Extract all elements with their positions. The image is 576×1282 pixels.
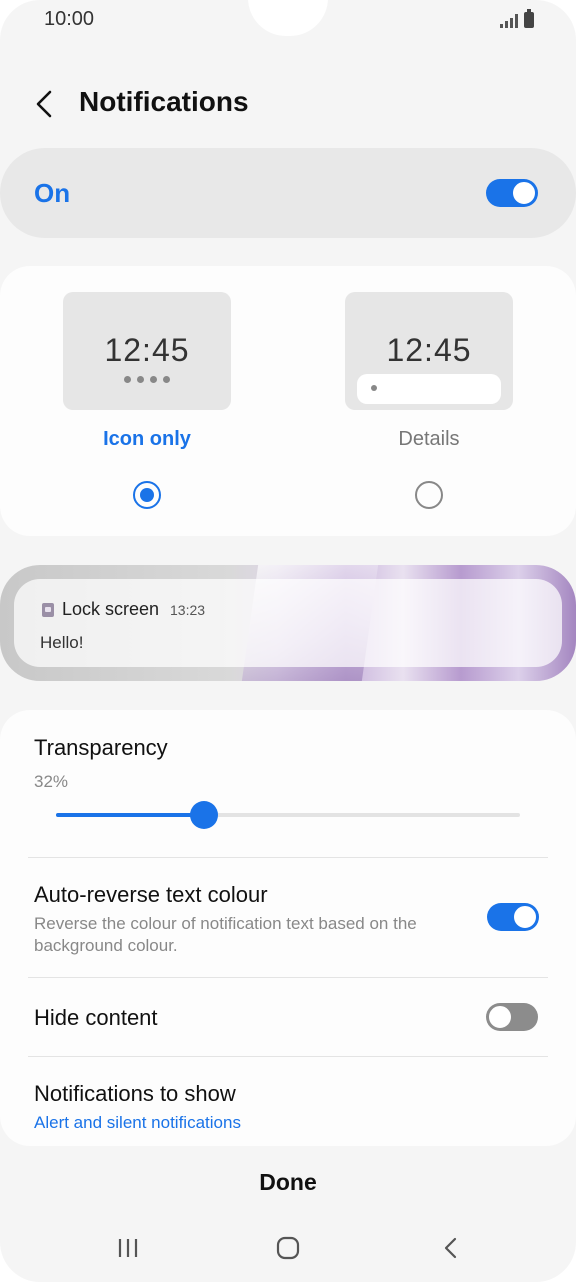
preview-notification-bar — [357, 374, 501, 404]
status-time: 10:00 — [44, 8, 95, 30]
notification-message: Hello! — [40, 633, 84, 652]
lock-icon — [42, 603, 54, 617]
hide-content-title: Hide content — [34, 1005, 158, 1030]
toggle-knob — [487, 1004, 513, 1030]
notification-app-name: Lock screen — [62, 599, 160, 619]
slider-thumb[interactable] — [190, 801, 219, 829]
page-title: Notifications — [79, 86, 249, 117]
notification-time: 13:23 — [170, 602, 206, 618]
preview-clock: 12:45 — [104, 332, 190, 368]
icon-only-label[interactable]: Icon only — [47, 428, 247, 451]
icon-only-preview[interactable]: 12:45 — [63, 292, 231, 410]
master-switch-bar[interactable]: On — [0, 148, 576, 238]
divider — [28, 1056, 548, 1057]
done-button[interactable]: Done — [188, 1160, 388, 1204]
toggle-knob — [511, 180, 537, 206]
home-icon — [276, 1236, 300, 1260]
chevron-left-icon — [36, 90, 52, 118]
back-button[interactable] — [28, 86, 60, 122]
details-label[interactable]: Details — [329, 428, 529, 451]
toggle-knob — [512, 904, 538, 930]
transparency-value: 32% — [34, 772, 69, 791]
back-icon — [444, 1237, 457, 1259]
auto-reverse-toggle[interactable] — [487, 903, 539, 931]
transparency-slider[interactable] — [56, 801, 520, 829]
hide-content-toggle[interactable] — [486, 1003, 538, 1031]
preview-dots — [63, 376, 231, 383]
divider — [28, 977, 548, 978]
notifications-to-show-value[interactable]: Alert and silent notifications — [34, 1112, 241, 1134]
phone-screen: 10:00 Notifications On 12:45 Icon only 1… — [0, 0, 576, 1282]
signal-icon — [500, 12, 518, 28]
recent-apps-icon — [118, 1239, 138, 1257]
camera-notch — [248, 0, 328, 36]
battery-icon — [524, 9, 534, 28]
nav-back-button[interactable] — [430, 1230, 470, 1266]
preview-notification: Lock screen 13:23 Hello! — [14, 579, 562, 667]
transparency-title: Transparency — [34, 735, 168, 760]
recent-apps-button[interactable] — [108, 1230, 148, 1266]
notifications-to-show-title[interactable]: Notifications to show — [34, 1081, 236, 1107]
master-toggle[interactable] — [486, 179, 538, 207]
settings-card: Transparency 32% Auto-reverse text colou… — [0, 710, 576, 1146]
auto-reverse-subtitle: Reverse the colour of notification text … — [34, 914, 417, 955]
navigation-bar — [0, 1222, 576, 1272]
icon-only-radio[interactable] — [133, 481, 161, 509]
app-header: Notifications — [0, 72, 576, 136]
slider-fill — [56, 813, 205, 817]
status-icons — [500, 9, 534, 28]
master-switch-label: On — [34, 178, 71, 208]
details-preview[interactable]: 12:45 — [345, 292, 513, 410]
home-button[interactable] — [268, 1230, 308, 1266]
auto-reverse-title: Auto-reverse text colour — [34, 882, 268, 907]
preview-clock: 12:45 — [386, 332, 472, 368]
divider — [28, 857, 548, 858]
status-bar: 10:00 — [0, 0, 576, 40]
notification-style-card: 12:45 Icon only 12:45 Details — [0, 266, 576, 536]
details-radio[interactable] — [415, 481, 443, 509]
lock-screen-preview: Lock screen 13:23 Hello! — [0, 565, 576, 681]
